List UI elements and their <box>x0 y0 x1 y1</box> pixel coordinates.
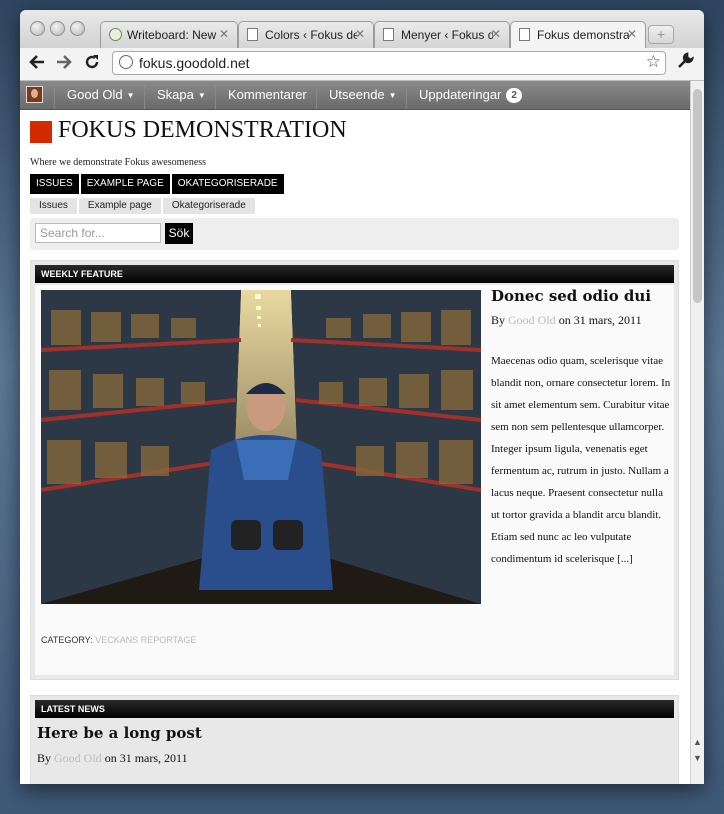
close-tab-icon[interactable]: ✕ <box>627 27 637 41</box>
feature-excerpt: Maecenas odio quam, scelerisque vitae bl… <box>491 355 671 565</box>
address-bar[interactable]: fokus.goodold.net ☆ <box>112 51 666 75</box>
globe-icon <box>119 55 133 69</box>
close-tab-icon[interactable]: ✕ <box>355 27 365 41</box>
update-count-badge: 2 <box>506 88 522 104</box>
forward-icon[interactable] <box>55 53 73 75</box>
caret-down-icon: ▼ <box>388 90 397 100</box>
adminbar-label: Uppdateringar <box>419 87 502 102</box>
nav-item-example-page[interactable]: EXAMPLE PAGE <box>80 174 170 194</box>
caret-down-icon: ▼ <box>126 90 135 100</box>
search-button[interactable]: Sök <box>165 223 193 244</box>
close-tab-icon[interactable]: ✕ <box>219 27 229 41</box>
minimize-window-button[interactable] <box>50 21 65 36</box>
adminbar-label: Skapa <box>157 87 194 102</box>
latest-byline: By Good Old on 31 mars, 2011 <box>37 751 188 766</box>
tab-label: Menyer ‹ Fokus d <box>401 28 493 42</box>
tab-fokus-demonstration[interactable]: Fokus demonstra ✕ <box>510 21 646 48</box>
nav-item-okategoriserade[interactable]: OKATEGORISERADE <box>171 174 284 194</box>
feature-byline: By Good Old on 31 mars, 2011 <box>491 313 642 328</box>
category-link[interactable]: VECKANS REPORTAGE <box>95 635 196 645</box>
adminbar-label: Utseende <box>329 87 385 102</box>
search-input[interactable]: Search for... <box>35 223 161 243</box>
feature-category: CATEGORY: VECKANS REPORTAGE <box>41 635 196 645</box>
adminbar-item-utseende[interactable]: Utseende ▼ <box>316 81 409 109</box>
byline-prefix: By <box>491 313 506 327</box>
search-bar: Search for... Sök <box>30 218 679 250</box>
admin-bar: Good Old ▼ Skapa ▼ Kommentarer Utseende ▼ U… <box>20 81 690 110</box>
post-date: on 31 mars, 2011 <box>104 751 188 765</box>
adminbar-label: Good Old <box>67 87 123 102</box>
subnav-item-okategoriserade[interactable]: Okategoriserade <box>162 198 255 214</box>
avatar[interactable] <box>26 86 43 103</box>
site-tagline: Where we demonstrate Fokus awesomeness <box>30 157 207 168</box>
site-logo[interactable] <box>30 121 52 143</box>
weekly-feature-heading: WEEKLY FEATURE <box>35 265 674 283</box>
caret-down-icon: ▼ <box>197 90 206 100</box>
adminbar-item-skapa[interactable]: Skapa ▼ <box>144 81 218 109</box>
adminbar-item-good-old[interactable]: Good Old ▼ <box>54 81 147 109</box>
feature-post-title[interactable]: Donec sed odio dui <box>491 287 651 305</box>
url-text: fokus.goodold.net <box>139 55 250 71</box>
tab-writeboard[interactable]: Writeboard: New ✕ <box>100 21 238 48</box>
close-tab-icon[interactable]: ✕ <box>491 27 501 41</box>
vertical-scrollbar[interactable]: ▲ ▼ <box>690 81 704 784</box>
main-nav: ISSUES EXAMPLE PAGE OKATEGORISERADE <box>30 173 286 194</box>
sub-nav: Issues Example page Okategoriserade <box>30 195 257 214</box>
writeboard-favicon-icon <box>109 28 122 41</box>
scroll-down-icon[interactable]: ▼ <box>691 753 704 763</box>
subnav-item-example-page[interactable]: Example page <box>78 198 161 214</box>
subnav-item-issues[interactable]: Issues <box>30 198 77 214</box>
adminbar-item-uppdateringar[interactable]: Uppdateringar 2 <box>406 81 534 109</box>
close-window-button[interactable] <box>30 21 45 36</box>
latest-news-panel: LATEST NEWS Here be a long post By Good … <box>30 695 679 784</box>
tab-label: Colors ‹ Fokus de <box>265 28 357 42</box>
new-tab-button[interactable]: + <box>648 25 674 44</box>
tab-menyer[interactable]: Menyer ‹ Fokus d ✕ <box>374 21 510 48</box>
tab-colors[interactable]: Colors ‹ Fokus de ✕ <box>238 21 374 48</box>
page-icon <box>519 28 530 41</box>
author-link[interactable]: Good Old <box>54 751 102 765</box>
latest-news-heading: LATEST NEWS <box>35 700 674 718</box>
browser-window: Writeboard: New ✕ Colors ‹ Fokus de ✕ Me… <box>20 10 704 784</box>
adminbar-item-kommentarer[interactable]: Kommentarer <box>215 81 319 109</box>
reload-icon[interactable] <box>83 53 101 75</box>
category-label: CATEGORY: <box>41 635 93 645</box>
nav-item-issues[interactable]: ISSUES <box>30 174 79 194</box>
tab-label: Fokus demonstra <box>537 28 629 42</box>
page-icon <box>383 28 394 41</box>
tab-strip: Writeboard: New ✕ Colors ‹ Fokus de ✕ Me… <box>20 10 704 48</box>
zoom-window-button[interactable] <box>70 21 85 36</box>
page-icon <box>247 28 258 41</box>
tab-label: Writeboard: New <box>127 28 217 42</box>
back-icon[interactable] <box>28 53 46 75</box>
latest-post: Here be a long post By Good Old on 31 ma… <box>35 720 674 784</box>
browser-toolbar: fokus.goodold.net ☆ <box>20 48 704 81</box>
latest-post-title[interactable]: Here be a long post <box>37 724 202 742</box>
page-viewport: Good Old ▼ Skapa ▼ Kommentarer Utseende ▼ U… <box>20 81 690 784</box>
byline-prefix: By <box>37 751 52 765</box>
feature-post: Donec sed odio dui By Good Old on 31 mar… <box>35 285 674 675</box>
author-link[interactable]: Good Old <box>508 313 556 327</box>
adminbar-label: Kommentarer <box>228 87 307 102</box>
post-date: on 31 mars, 2011 <box>558 313 642 327</box>
weekly-feature-panel: WEEKLY FEATURE Donec sed odio dui By Goo… <box>30 260 679 680</box>
star-icon[interactable]: ☆ <box>646 52 661 72</box>
site-title[interactable]: FOKUS DEMONSTRATION <box>58 117 347 144</box>
scroll-up-icon[interactable]: ▲ <box>691 737 704 747</box>
scrollbar-thumb[interactable] <box>693 89 702 303</box>
wrench-icon[interactable] <box>676 52 695 75</box>
feature-image[interactable] <box>41 290 481 604</box>
